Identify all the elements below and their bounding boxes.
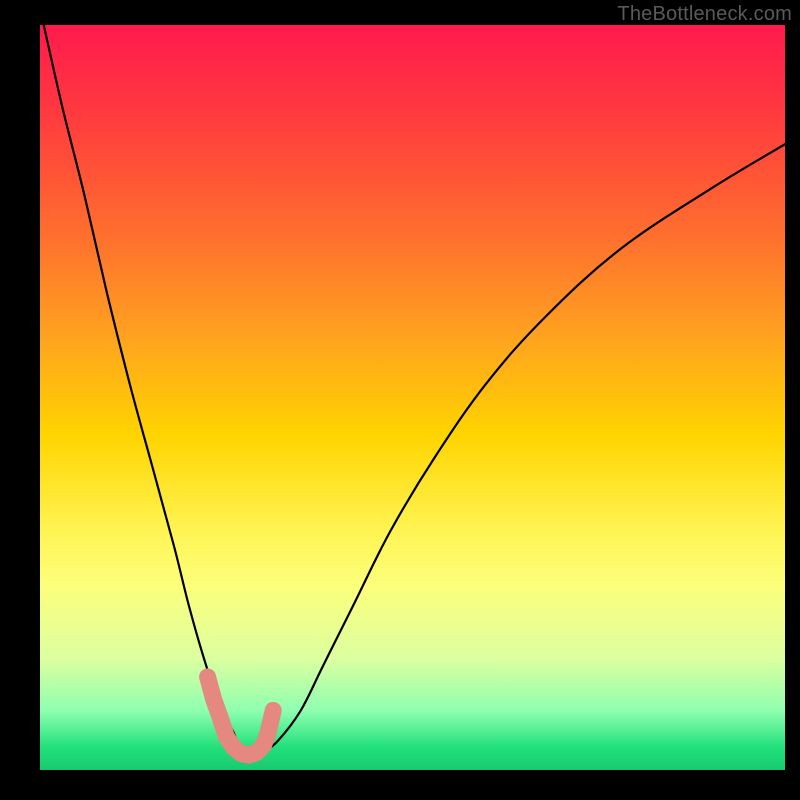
chart-plot-area	[40, 25, 785, 770]
chart-frame: TheBottleneck.com	[0, 0, 800, 800]
watermark-text: TheBottleneck.com	[617, 3, 792, 26]
chart-svg	[40, 25, 785, 770]
highlight-segment	[208, 677, 274, 755]
bottleneck-curve	[44, 25, 785, 755]
